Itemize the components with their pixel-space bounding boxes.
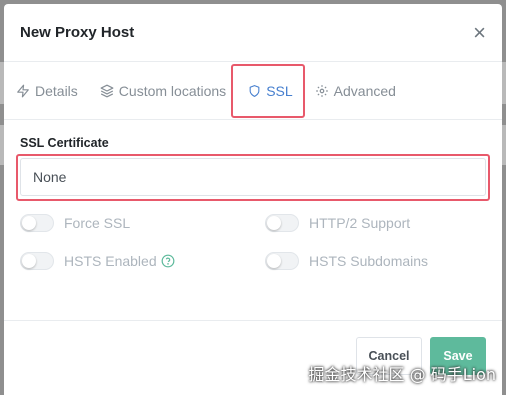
watermark: 掘金技术社区 @ 码手Lion	[308, 365, 496, 384]
proxy-host-modal: New Proxy Host × Details Custom location…	[4, 4, 502, 395]
layers-icon	[100, 84, 114, 97]
tab-advanced[interactable]: Advanced	[315, 83, 396, 99]
tab-label: Advanced	[333, 82, 396, 99]
modal-title: New Proxy Host	[20, 24, 135, 41]
ssl-certificate-label: SSL Certificate	[20, 136, 109, 150]
tab-custom-locations[interactable]: Custom locations	[100, 83, 226, 99]
force-ssl-toggle[interactable]	[20, 214, 54, 232]
modal-header: New Proxy Host ×	[4, 4, 502, 62]
shield-icon	[249, 84, 260, 97]
ssl-options: Force SSL HTTP/2 Support HSTS Enabled HS…	[20, 214, 486, 270]
tab-bar: Details Custom locations SSL Advanced	[4, 62, 502, 120]
http2-toggle[interactable]	[265, 214, 299, 232]
hsts-enabled-toggle[interactable]	[20, 252, 54, 270]
question-circle-icon[interactable]	[161, 254, 175, 268]
bolt-icon	[17, 84, 29, 97]
http2-option: HTTP/2 Support	[265, 214, 502, 232]
ssl-tab-content: SSL Certificate None Force SSL HTTP/2 Su…	[4, 120, 502, 270]
hsts-subdomains-toggle[interactable]	[265, 252, 299, 270]
gear-icon	[315, 84, 328, 97]
ssl-certificate-value: None	[33, 169, 67, 185]
tab-label: Details	[35, 82, 78, 99]
ssl-certificate-select[interactable]: None	[20, 158, 486, 196]
tab-details[interactable]: Details	[16, 83, 78, 99]
force-ssl-option: Force SSL	[20, 214, 265, 232]
toggle-label: Force SSL	[64, 215, 131, 231]
close-button[interactable]: ×	[473, 21, 486, 44]
tab-label: Custom locations	[118, 82, 227, 99]
toggle-label: HSTS Subdomains	[309, 253, 429, 269]
tab-label: SSL	[266, 82, 293, 99]
tab-ssl[interactable]: SSL	[248, 82, 293, 99]
toggle-label: HTTP/2 Support	[309, 215, 411, 231]
hsts-subdomains-option: HSTS Subdomains	[265, 252, 502, 270]
ssl-certificate-wrap: None	[16, 154, 490, 201]
toggle-label: HSTS Enabled	[64, 253, 157, 269]
hsts-enabled-option: HSTS Enabled	[20, 252, 265, 270]
